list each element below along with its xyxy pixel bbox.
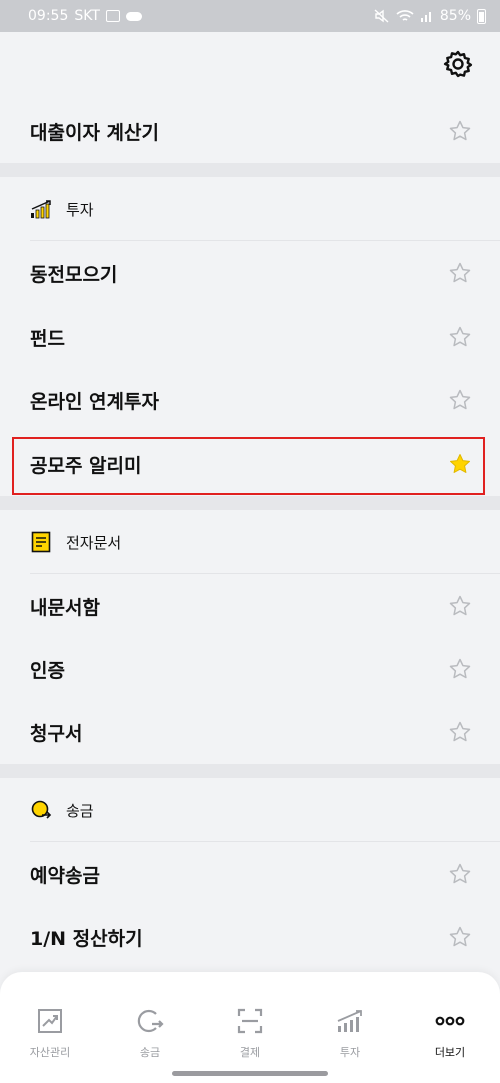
send-money-icon bbox=[135, 1006, 165, 1036]
gallery-icon bbox=[105, 10, 120, 22]
menu-item-label: 청구서 bbox=[30, 722, 83, 745]
star-outline-icon[interactable] bbox=[448, 325, 472, 349]
star-outline-icon[interactable] bbox=[448, 862, 472, 886]
transfer-icon bbox=[30, 799, 52, 821]
section-header-invest: 투자 bbox=[0, 177, 500, 241]
menu-item-scheduled-transfer[interactable]: 예약송금 bbox=[0, 842, 500, 906]
menu-item-certification[interactable]: 인증 bbox=[0, 637, 500, 701]
menu-item-label: 동전모으기 bbox=[30, 263, 118, 286]
status-carrier: SKT bbox=[74, 8, 100, 24]
menu-item-label: 인증 bbox=[30, 659, 65, 682]
menu-item-label: 공모주 알리미 bbox=[30, 454, 142, 477]
menu-item-label: 온라인 연계투자 bbox=[30, 390, 159, 413]
star-outline-icon[interactable] bbox=[448, 388, 472, 412]
tab-label: 더보기 bbox=[434, 1046, 466, 1059]
tab-label: 송금 bbox=[139, 1046, 161, 1059]
asset-chart-icon bbox=[35, 1006, 65, 1036]
star-outline-icon[interactable] bbox=[448, 594, 472, 618]
scan-frame-icon bbox=[235, 1006, 265, 1036]
section-header-edocs: 전자문서 bbox=[0, 510, 500, 574]
document-icon bbox=[30, 531, 52, 553]
chart-bars-icon bbox=[30, 198, 52, 220]
tab-more[interactable]: 더보기 bbox=[400, 972, 500, 1083]
star-outline-icon[interactable] bbox=[448, 720, 472, 744]
tab-asset-management[interactable]: 자산관리 bbox=[0, 972, 100, 1083]
menu-item-split-bill[interactable]: 1/N 정산하기 bbox=[0, 905, 500, 969]
tab-payment[interactable]: 결제 bbox=[200, 972, 300, 1083]
cloud-icon bbox=[125, 11, 142, 21]
menu-item-label: 예약송금 bbox=[30, 864, 100, 887]
section-header-transfer: 송금 bbox=[0, 778, 500, 842]
settings-button[interactable] bbox=[442, 48, 474, 80]
menu-item-coin-saving[interactable]: 동전모으기 bbox=[0, 241, 500, 305]
star-outline-icon[interactable] bbox=[448, 261, 472, 285]
menu-item-my-documents[interactable]: 내문서함 bbox=[0, 574, 500, 638]
section-divider bbox=[0, 764, 500, 778]
menu-item-ipo-alert[interactable]: 공모주 알리미 bbox=[0, 432, 500, 496]
menu-item-label: 1/N 정산하기 bbox=[30, 927, 143, 950]
bottom-tab-bar: 자산관리 송금 결제 투자 더보기 bbox=[0, 972, 500, 1083]
menu-item-bills[interactable]: 청구서 bbox=[0, 700, 500, 764]
star-outline-icon[interactable] bbox=[448, 119, 472, 143]
more-dots-icon bbox=[435, 1006, 465, 1036]
tab-label: 결제 bbox=[239, 1046, 261, 1059]
signal-icon bbox=[420, 12, 431, 22]
section-title: 투자 bbox=[66, 200, 94, 219]
star-outline-icon[interactable] bbox=[448, 657, 472, 681]
status-time: 09:55 bbox=[28, 8, 69, 24]
menu-item-label: 대출이자 계산기 bbox=[30, 121, 159, 144]
status-bar: 09:55 SKT 85% bbox=[0, 0, 500, 32]
home-indicator bbox=[172, 1071, 328, 1076]
star-filled-icon[interactable] bbox=[448, 452, 472, 476]
section-divider bbox=[0, 163, 500, 177]
wifi-icon bbox=[396, 10, 414, 21]
menu-item-loan-calculator[interactable]: 대출이자 계산기 bbox=[0, 99, 500, 163]
tab-label: 자산관리 bbox=[29, 1046, 71, 1059]
battery-icon bbox=[477, 8, 486, 24]
tab-invest[interactable]: 투자 bbox=[300, 972, 400, 1083]
star-outline-icon[interactable] bbox=[448, 925, 472, 949]
section-divider bbox=[0, 496, 500, 510]
menu-item-label: 펀드 bbox=[30, 327, 65, 350]
tab-send[interactable]: 송금 bbox=[100, 972, 200, 1083]
menu-item-label: 내문서함 bbox=[30, 596, 100, 619]
menu-item-p2p-investment[interactable]: 온라인 연계투자 bbox=[0, 368, 500, 432]
section-title: 송금 bbox=[66, 801, 94, 820]
section-title: 전자문서 bbox=[66, 533, 122, 552]
invest-bars-icon bbox=[335, 1006, 365, 1036]
tab-label: 투자 bbox=[339, 1046, 361, 1059]
menu-item-fund[interactable]: 펀드 bbox=[0, 305, 500, 369]
mute-icon bbox=[374, 9, 389, 23]
battery-percent: 85% bbox=[439, 8, 471, 24]
gear-icon bbox=[443, 50, 473, 78]
header bbox=[0, 32, 500, 96]
